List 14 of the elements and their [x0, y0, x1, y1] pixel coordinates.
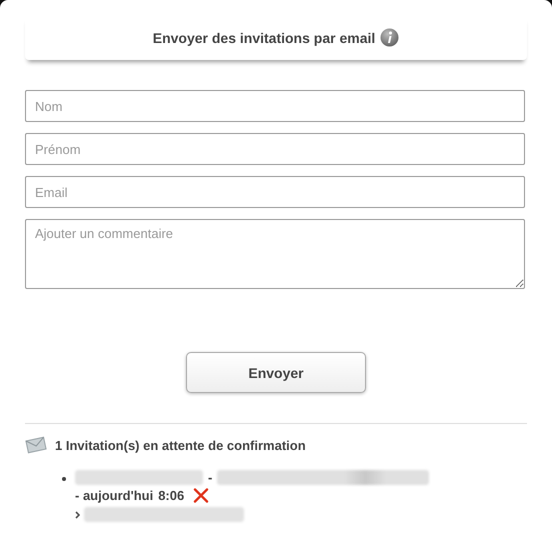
chevron-icon	[75, 510, 80, 518]
input-field[interactable]: Prénom	[25, 133, 525, 165]
pending-heading: 1 Invitation(s) en attente de confirmation	[55, 438, 306, 452]
input-field[interactable]: Email	[25, 176, 525, 208]
send-button[interactable]: Envoyer	[186, 352, 366, 393]
comment-field[interactable]: Ajouter un commentaire	[25, 219, 525, 289]
date-text: - aujourd'hui	[75, 488, 154, 503]
dialog-title: Envoyer des invitations par email	[152, 30, 376, 46]
delete-icon[interactable]	[193, 488, 210, 503]
time-text: 8:06	[158, 488, 184, 503]
input-field[interactable]: Nom	[25, 90, 525, 122]
info-icon[interactable]	[380, 28, 400, 47]
separator-text: -	[208, 470, 212, 485]
envelope-icon	[25, 436, 47, 454]
